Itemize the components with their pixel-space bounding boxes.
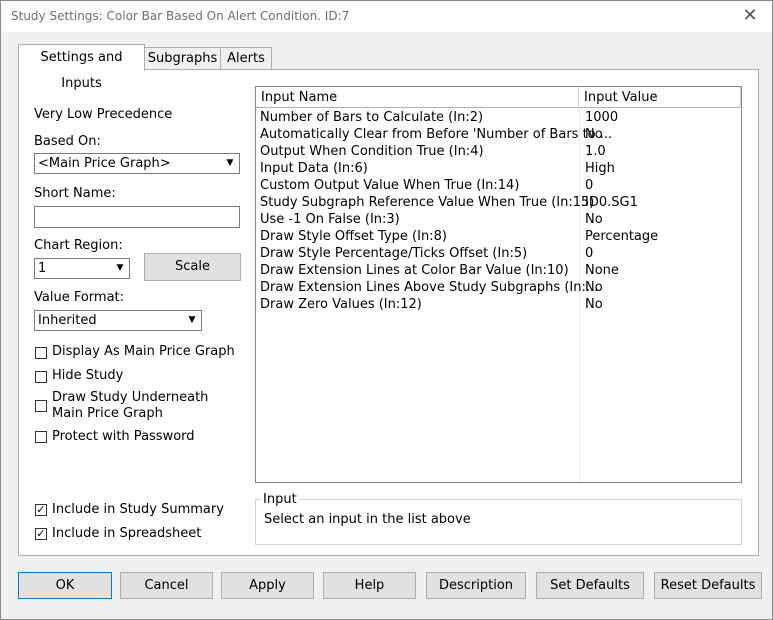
input-value-cell: 1.0 <box>585 144 606 159</box>
value-format-dropdown[interactable]: Inherited ▼ <box>34 310 202 331</box>
input-name-cell: Draw Extension Lines Above Study Subgrap… <box>260 280 599 295</box>
chevron-down-icon: ▼ <box>188 315 196 325</box>
protect-with-password-label: Protect with Password <box>52 429 195 444</box>
precedence-label: Very Low Precedence <box>34 107 173 122</box>
input-name-cell: Input Data (In:6) <box>260 161 368 176</box>
set-defaults-button[interactable]: Set Defaults <box>536 572 644 599</box>
input-description-text: Select an input in the list above <box>264 512 471 527</box>
value-format-value: Inherited <box>38 313 97 328</box>
input-value-column-header[interactable]: Input Value <box>579 87 741 108</box>
value-format-label: Value Format: <box>34 290 125 305</box>
input-name-cell: Number of Bars to Calculate (In:2) <box>260 110 484 125</box>
chart-region-dropdown[interactable]: 1 ▼ <box>34 258 130 279</box>
table-row[interactable]: Study Subgraph Reference Value When True… <box>256 194 741 211</box>
include-in-spreadsheet-checkbox[interactable]: ✓ <box>35 528 47 540</box>
table-row[interactable]: Automatically Clear from Before 'Number … <box>256 126 741 143</box>
draw-study-underneath-label-line2: Main Price Graph <box>52 406 163 421</box>
apply-button[interactable]: Apply <box>221 572 314 599</box>
title-bar: Study Settings: Color Bar Based On Alert… <box>1 1 772 32</box>
input-description-group: Select an input in the list above <box>255 499 742 545</box>
input-value-cell: High <box>585 161 615 176</box>
hide-study-label: Hide Study <box>52 368 124 383</box>
table-row[interactable]: Draw Style Percentage/Ticks Offset (In:5… <box>256 245 741 262</box>
close-icon[interactable]: ✕ <box>738 4 762 28</box>
protect-with-password-checkbox[interactable] <box>35 431 47 443</box>
input-name-cell: Draw Style Percentage/Ticks Offset (In:5… <box>260 246 528 261</box>
include-in-spreadsheet-label: Include in Spreadsheet <box>52 526 202 541</box>
display-as-main-price-graph-label: Display As Main Price Graph <box>52 344 235 359</box>
scale-button[interactable]: Scale <box>144 253 241 281</box>
input-name-cell: Draw Style Offset Type (In:8) <box>260 229 447 244</box>
input-name-column-header[interactable]: Input Name <box>256 87 579 108</box>
chart-region-value: 1 <box>38 261 47 276</box>
tab-subgraphs[interactable]: Subgraphs <box>144 47 221 70</box>
display-as-main-price-graph-checkbox[interactable] <box>35 347 47 359</box>
table-row[interactable]: Output When Condition True (In:4) 1.0 <box>256 143 741 160</box>
based-on-label: Based On: <box>34 134 101 149</box>
input-name-cell: Use -1 On False (In:3) <box>260 212 400 227</box>
input-value-cell: 1000 <box>585 110 619 125</box>
draw-study-underneath-label: Draw Study Underneath <box>52 390 209 405</box>
help-button[interactable]: Help <box>323 572 416 599</box>
tab-alerts[interactable]: Alerts <box>220 47 272 70</box>
tab-settings-and-inputs[interactable]: Settings and Inputs <box>18 44 145 91</box>
short-name-label: Short Name: <box>34 186 116 201</box>
based-on-value: <Main Price Graph> <box>38 156 171 171</box>
input-name-cell: Automatically Clear from Before 'Number … <box>260 127 613 142</box>
input-value-cell: None <box>585 263 619 278</box>
study-settings-window: Study Settings: Color Bar Based On Alert… <box>0 0 773 620</box>
input-name-cell: Custom Output Value When True (In:14) <box>260 178 520 193</box>
input-value-cell: 0 <box>585 178 594 193</box>
ok-button[interactable]: OK <box>18 572 112 599</box>
input-name-cell: Output When Condition True (In:4) <box>260 144 484 159</box>
include-in-study-summary-checkbox[interactable]: ✓ <box>35 504 47 516</box>
table-row[interactable]: Use -1 On False (In:3) No <box>256 211 741 228</box>
table-row[interactable]: Draw Style Offset Type (In:8) Percentage <box>256 228 741 245</box>
input-name-cell: Draw Extension Lines at Color Bar Value … <box>260 263 569 278</box>
table-row[interactable]: Draw Zero Values (In:12) No <box>256 296 741 313</box>
cancel-button[interactable]: Cancel <box>120 572 213 599</box>
chevron-down-icon: ▼ <box>116 263 124 273</box>
description-button[interactable]: Description <box>426 572 526 599</box>
table-row[interactable]: Draw Extension Lines at Color Bar Value … <box>256 262 741 279</box>
input-value-cell: Percentage <box>585 229 659 244</box>
input-name-cell: Draw Zero Values (In:12) <box>260 297 422 312</box>
reset-defaults-button[interactable]: Reset Defaults <box>654 572 762 599</box>
chart-region-label: Chart Region: <box>34 238 123 253</box>
hide-study-checkbox[interactable] <box>35 371 47 383</box>
draw-study-underneath-checkbox[interactable] <box>35 400 47 412</box>
input-name-cell: Study Subgraph Reference Value When True… <box>260 195 595 210</box>
input-value-cell: No <box>585 280 603 295</box>
input-value-cell: No <box>585 127 603 142</box>
short-name-input[interactable] <box>34 206 240 228</box>
window-title: Study Settings: Color Bar Based On Alert… <box>11 9 350 23</box>
input-group-label: Input <box>261 492 299 507</box>
chevron-down-icon: ▼ <box>226 158 234 168</box>
input-value-cell: ID0.SG1 <box>585 195 638 210</box>
inputs-list[interactable]: Input Name Input Value Number of Bars to… <box>255 86 742 483</box>
table-row[interactable]: Number of Bars to Calculate (In:2) 1000 <box>256 109 741 126</box>
input-value-cell: 0 <box>585 246 594 261</box>
table-row[interactable]: Draw Extension Lines Above Study Subgrap… <box>256 279 741 296</box>
input-value-cell: No <box>585 212 603 227</box>
table-row[interactable]: Input Data (In:6) High <box>256 160 741 177</box>
table-row[interactable]: Custom Output Value When True (In:14) 0 <box>256 177 741 194</box>
based-on-dropdown[interactable]: <Main Price Graph> ▼ <box>34 153 240 174</box>
input-value-cell: No <box>585 297 603 312</box>
include-in-study-summary-label: Include in Study Summary <box>52 502 224 517</box>
